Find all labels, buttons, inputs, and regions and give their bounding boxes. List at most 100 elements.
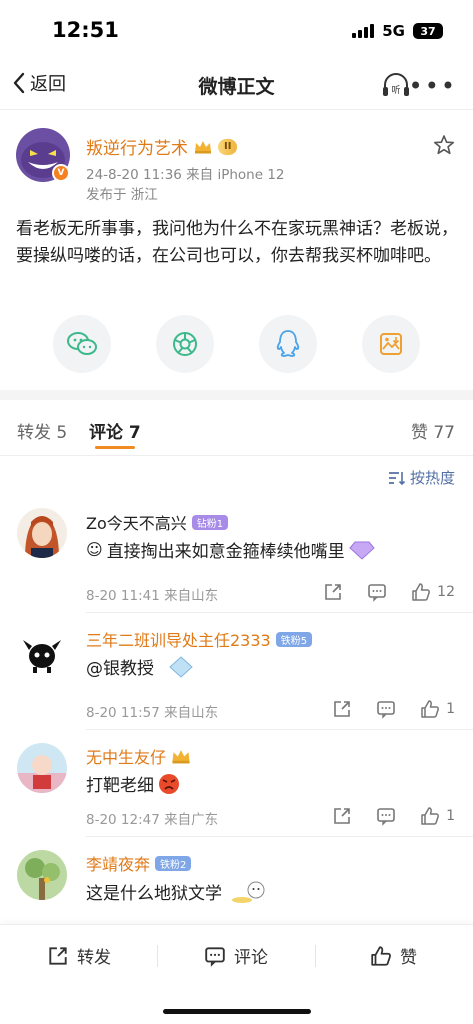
moments-icon: [173, 332, 197, 356]
section-gap: [0, 390, 473, 400]
status-indicators: 5G 37: [352, 22, 443, 40]
commenter-name-text: 李靖夜奔: [86, 855, 151, 874]
repost-icon: [49, 946, 67, 965]
comment-actions: 12: [323, 582, 455, 602]
post-content: 看老板无所事事，我问他为什么不在家玩黑神话？老板说，要操纵吗喽的话，在公司也可以…: [16, 219, 458, 266]
old-man-emoji-icon: ☺: [86, 540, 103, 559]
save-image-icon: [380, 333, 402, 355]
commenter-name-text: 无中生友仔: [86, 748, 167, 767]
diamond-sticker-icon: [169, 655, 193, 678]
sort-by-hot-button[interactable]: 按热度: [388, 467, 455, 488]
commenter-avatar[interactable]: [17, 743, 67, 793]
comment-text-body: 打靶老细: [86, 776, 154, 796]
author-name-text: 叛逆行为艺术: [86, 139, 188, 159]
fan-badge: 铁粉5: [275, 631, 313, 647]
nav-bar: 返回 微博正文 听 •••: [0, 60, 473, 110]
favorite-star-icon[interactable]: [433, 134, 455, 156]
share-icon[interactable]: [323, 582, 343, 602]
repost-button[interactable]: 转发: [47, 943, 111, 968]
comment-icon[interactable]: [367, 582, 387, 602]
network-type: 5G: [382, 22, 405, 40]
fan-badge: 铁粉2: [155, 855, 192, 871]
sort-label: 按热度: [409, 469, 455, 487]
verified-badge: V: [52, 164, 70, 182]
bottom-divider: [157, 945, 158, 967]
share-qq-button[interactable]: [259, 315, 317, 373]
commenter-avatar[interactable]: [17, 850, 67, 900]
comment-icon: [205, 946, 225, 967]
comment-text: 这是什么地狱文学: [86, 878, 270, 904]
bottom-action-bar: 转发 评论 赞: [0, 924, 473, 1024]
commenter-avatar[interactable]: [17, 628, 67, 678]
comment-text-body: 这是什么地狱文学: [86, 883, 222, 904]
commenter-name[interactable]: 三年二班训导处主任2333 铁粉5: [86, 627, 313, 651]
battery-icon: 37: [413, 23, 443, 39]
comment-divider: [86, 836, 473, 837]
cat-sticker-icon: [232, 881, 265, 903]
share-icon[interactable]: [332, 806, 352, 826]
comment-divider: [86, 729, 473, 730]
signal-icon: [352, 24, 375, 38]
commenter-avatar[interactable]: [17, 508, 67, 558]
author-name[interactable]: 叛逆行为艺术 II: [86, 134, 238, 159]
wechat-icon: [67, 332, 97, 355]
sort-icon: [388, 471, 406, 485]
like-label: 赞: [400, 948, 417, 968]
comment-text: ☺ 直接掏出来如意金箍棒续他嘴里: [86, 537, 375, 562]
crown-icon: [195, 140, 211, 153]
more-options-icon[interactable]: •••: [409, 72, 457, 100]
comment-actions: 1: [332, 699, 455, 719]
comment-text: 打靶老细: [86, 771, 180, 796]
mention-link[interactable]: @银教授: [86, 654, 154, 679]
comment-icon[interactable]: [376, 699, 396, 719]
comment-meta: 8-20 11:57 来自山东: [86, 705, 219, 721]
comment-actions: 1: [332, 806, 455, 826]
commenter-name-text: Zo今天不高兴: [86, 514, 187, 533]
listen-label: 听: [391, 85, 400, 96]
fan-badge: 钻粉1: [191, 514, 229, 530]
commenter-name[interactable]: Zo今天不高兴 钻粉1: [86, 510, 229, 534]
comment-icon[interactable]: [376, 806, 396, 826]
share-icon[interactable]: [332, 699, 352, 719]
commenter-name[interactable]: 李靖夜奔 铁粉2: [86, 851, 192, 875]
save-image-button[interactable]: [362, 315, 420, 373]
commenter-name-text: 三年二班训导处主任2333: [86, 631, 271, 650]
like-count: 12: [437, 584, 455, 600]
like-count: 1: [446, 808, 455, 824]
repost-label: 转发: [77, 948, 111, 968]
level-badge: II: [218, 138, 238, 155]
comment-text-body: 直接掏出来如意金箍棒续他嘴里: [106, 542, 345, 562]
diamond-sticker-icon: [348, 541, 375, 560]
thumbs-up-icon: [371, 945, 391, 966]
comment-meta: 8-20 12:47 来自广东: [86, 812, 219, 828]
thumbs-up-icon: [421, 700, 440, 718]
share-moments-button[interactable]: [156, 315, 214, 373]
status-time: 12:51: [52, 18, 119, 42]
status-bar: 12:51 5G 37: [0, 0, 473, 60]
like-button[interactable]: 1: [420, 699, 455, 719]
comment-meta: 8-20 11:41 来自山东: [86, 588, 219, 604]
angry-face-icon: [159, 773, 179, 794]
listen-button[interactable]: 听: [381, 71, 411, 99]
tab-comment[interactable]: 评论 7: [89, 418, 141, 443]
like-post-button[interactable]: 赞: [370, 943, 417, 968]
post-tabs: 转发 5 评论 7 赞 77: [0, 400, 473, 456]
tab-active-indicator: [95, 446, 135, 449]
like-count: 1: [446, 701, 455, 717]
qq-icon: [276, 330, 300, 357]
comment-divider: [86, 612, 473, 613]
share-wechat-button[interactable]: [53, 315, 111, 373]
bottom-divider: [315, 945, 316, 967]
like-button[interactable]: 1: [420, 806, 455, 826]
comment-button[interactable]: 评论: [204, 943, 268, 968]
share-row: [0, 315, 473, 375]
tab-repost[interactable]: 转发 5: [17, 418, 67, 443]
post-location: 发布于 浙江: [86, 187, 158, 203]
like-button[interactable]: 12: [411, 582, 455, 602]
crown-icon: [172, 749, 190, 763]
commenter-name[interactable]: 无中生友仔: [86, 744, 191, 768]
comment-label: 评论: [234, 948, 268, 968]
comment-text: @银教授: [86, 654, 194, 679]
thumbs-up-icon: [412, 583, 431, 601]
tab-like[interactable]: 赞 77: [411, 418, 455, 443]
